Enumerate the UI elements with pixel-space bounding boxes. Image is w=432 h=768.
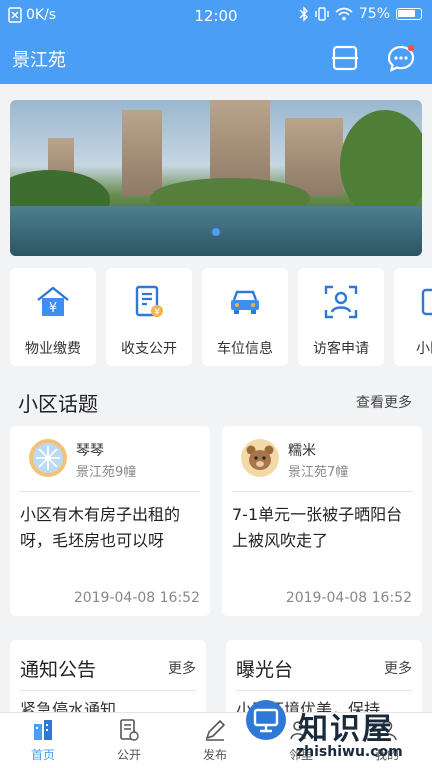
banner-building [122,110,162,196]
scan-icon[interactable] [330,43,360,73]
watermark-url: zhishiwu.com [296,744,403,760]
banner-carousel[interactable] [10,100,422,256]
quick-action-label: 物业缴费 [25,341,81,357]
topic-text: 小区有木有房子出租的呀，毛坯房也可以呀 [20,505,181,550]
avatar [29,439,67,477]
divider [20,690,196,691]
battery-icon [396,8,422,20]
quick-action-visitor[interactable]: 访客申请 [298,268,384,366]
topic-user: 琴琴 [76,443,104,459]
banner-tree [340,110,422,220]
quick-action-label: 小区 [416,341,432,357]
divider [232,491,412,492]
svg-text:¥: ¥ [49,301,57,316]
quick-action-property-fee[interactable]: ¥ 物业缴费 [10,268,96,366]
topic-location: 景江苑9幢 [76,465,137,480]
more-service-icon [421,288,432,316]
svg-text:¥: ¥ [154,308,160,318]
carousel-dot [212,228,220,236]
app-header: 景江苑 [0,32,432,84]
car-icon [231,290,259,314]
notice-title: 通知公告 [20,659,97,681]
visitor-icon [324,285,358,319]
watermark-logo: 知识屋 zhishiwu.com [246,700,432,768]
quick-action-finance-public[interactable]: ¥ 收支公开 [106,268,192,366]
status-bar: 0K/s 12:00 75% [0,0,432,32]
monitor-icon [253,708,279,733]
topics-more-link[interactable]: 查看更多 [356,392,412,412]
vibrate-icon [315,7,329,21]
tab-label: 首页 [30,748,55,762]
home-icon [34,720,52,740]
avatar [241,439,279,477]
topics-title: 小区话题 [18,392,98,416]
quick-action-more[interactable]: 小区 [394,268,432,366]
quick-action-parking[interactable]: 车位信息 [202,268,288,366]
topic-date: 2019-04-08 16:52 [73,590,200,606]
quick-action-label: 车位信息 [217,341,273,357]
notice-more-link[interactable]: 更多 [168,658,196,678]
ledger-icon [120,719,139,741]
message-icon[interactable] [386,43,416,73]
pen-icon [205,719,226,741]
carousel-indicator [10,221,422,240]
topic-card[interactable]: 琴琴 景江苑9幢 小区有木有房子出租的呀，毛坯房也可以呀 2019-04-08 … [10,426,210,616]
house-yen-icon: ¥ [37,286,69,316]
quick-action-label: 访客申请 [313,341,369,357]
quick-actions: ¥ 物业缴费 ¥ 收支公开 车位信息 访客申请 小 [0,268,432,370]
tab-home[interactable]: 首页 [0,713,86,768]
watermark-title: 知识屋 [298,712,394,747]
notice-card[interactable]: 通知公告 更多 紧急停水通知 [10,640,206,720]
divider [20,491,200,492]
tab-public[interactable]: 公开 [86,713,172,768]
topic-text: 7-1单元一张被子晒阳台上被风吹走了 [232,505,403,550]
watermark-icon [246,700,286,740]
banner-building [285,118,343,196]
battery-percent: 75% [358,6,390,22]
wifi-icon [335,7,353,21]
exposure-title: 曝光台 [236,659,294,681]
bluetooth-icon [299,6,308,22]
topic-date: 2019-04-08 16:52 [285,590,412,606]
exposure-more-link[interactable]: 更多 [384,658,412,678]
community-title: 景江苑 [12,50,66,71]
tab-label: 公开 [116,748,141,762]
divider [236,690,412,691]
quick-action-label: 收支公开 [121,341,177,357]
topic-card[interactable]: 糯米 景江苑7幢 7-1单元一张被子晒阳台上被风吹走了 2019-04-08 1… [222,426,422,616]
topic-location: 景江苑7幢 [288,465,349,480]
ledger-icon: ¥ [135,285,163,318]
topic-user: 糯米 [288,443,316,459]
